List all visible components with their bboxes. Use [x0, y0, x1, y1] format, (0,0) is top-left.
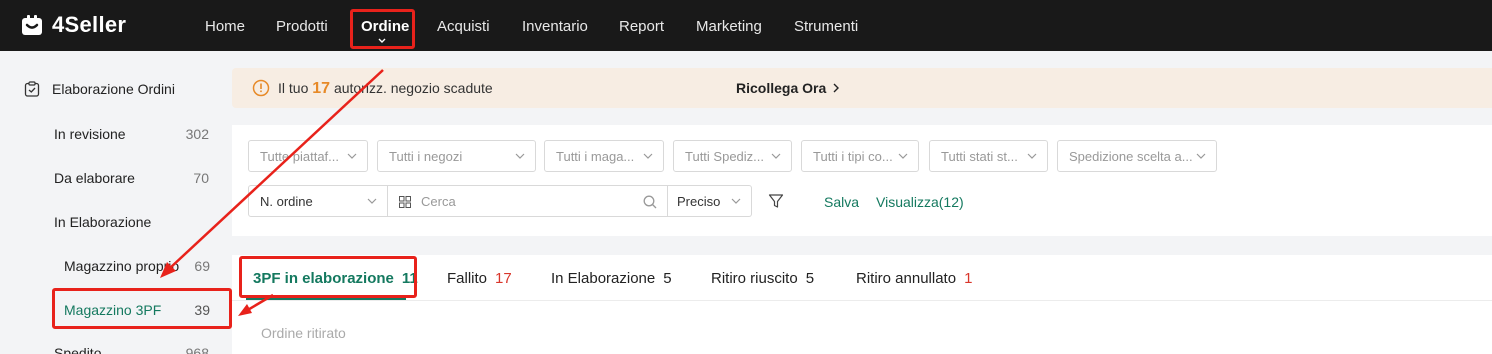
- chevron-down-icon: [1196, 153, 1206, 159]
- store-filter[interactable]: Tutti i negozi: [377, 140, 536, 172]
- alert-banner: Il tuo 17 autorizz. negozio scadute Rico…: [232, 68, 1492, 108]
- chevron-down-icon: [1027, 153, 1037, 159]
- chevron-right-icon: [833, 83, 840, 93]
- reconnect-link-label: Ricollega Ora: [736, 80, 827, 96]
- search-icon[interactable]: [643, 195, 657, 209]
- alert-prefix: Il tuo: [278, 80, 309, 96]
- view-button[interactable]: Visualizza(12): [876, 194, 964, 210]
- alert-count: 17: [312, 80, 331, 97]
- alert-suffix: autorizz. negozio scadute: [333, 80, 493, 96]
- nav-item-ordine[interactable]: Ordine: [361, 18, 409, 35]
- shipping-choice-filter[interactable]: Spedizione scelta a...: [1057, 140, 1217, 172]
- filter-panel: Tutte piattaf... Tutti i negozi Tutti i …: [232, 125, 1492, 236]
- shipping-choice-filter-text: Spedizione scelta a...: [1069, 149, 1193, 164]
- tab-ritiro-riuscito[interactable]: Ritiro riuscito 5: [711, 270, 814, 287]
- chevron-down-icon: [731, 198, 741, 204]
- sidebar-item-spedito[interactable]: Spedito: [54, 345, 101, 354]
- alert-message: Il tuo 17 autorizz. negozio scadute: [278, 80, 493, 98]
- chevron-down-icon: [771, 153, 781, 159]
- tab-label: Fallito: [447, 270, 488, 287]
- sidebar-count-da-elaborare: 70: [193, 170, 209, 186]
- tab-fallito[interactable]: Fallito 17: [447, 270, 512, 287]
- tab-count: 5: [663, 270, 672, 287]
- nav-item-inventario[interactable]: Inventario: [522, 18, 588, 35]
- tab-ritiro-annullato[interactable]: Ritiro annullato 1: [856, 270, 972, 287]
- warehouse-filter[interactable]: Tutti i maga...: [544, 140, 664, 172]
- order-field-select[interactable]: N. ordine: [248, 185, 388, 217]
- chevron-down-icon: [515, 153, 525, 159]
- tabs-panel: 3PF in elaborazione 11 Fallito 17 In Elabo…: [232, 255, 1492, 354]
- clipboard-check-icon: [24, 81, 40, 97]
- tab-label: 3PF in elaborazione: [253, 270, 394, 287]
- sidebar-item-magazzino-proprio[interactable]: Magazzino proprio: [64, 258, 179, 274]
- save-button[interactable]: Salva: [824, 194, 859, 210]
- filter-icon[interactable]: [768, 193, 784, 209]
- sidebar-count-magazzino-proprio: 69: [194, 258, 210, 274]
- nav-item-acquisti[interactable]: Acquisti: [437, 18, 490, 35]
- status-filter-text: Tutti stati st...: [941, 149, 1018, 164]
- search-placeholder: Cerca: [421, 194, 456, 209]
- sidebar-count-in-revisione: 302: [185, 126, 209, 142]
- chevron-down-icon: [378, 38, 386, 43]
- sidebar-item-in-revisione[interactable]: In revisione: [54, 126, 126, 142]
- warehouse-filter-text: Tutti i maga...: [556, 149, 635, 164]
- type-filter[interactable]: Tutti i tipi co...: [801, 140, 919, 172]
- tab-label: Ritiro annullato: [856, 270, 957, 287]
- app-root: 4Seller Home Prodotti Ordine Acquisti In…: [0, 0, 1492, 354]
- top-nav-bar: 4Seller Home Prodotti Ordine Acquisti In…: [0, 0, 1492, 51]
- chevron-down-icon: [367, 198, 377, 204]
- nav-item-strumenti[interactable]: Strumenti: [794, 18, 858, 35]
- tab-label: In Elaborazione: [551, 270, 656, 287]
- match-mode-value: Preciso: [677, 194, 721, 209]
- tab-3pf-in-elaborazione[interactable]: 3PF in elaborazione 11: [253, 270, 418, 287]
- search-input[interactable]: Cerca: [387, 185, 668, 217]
- store-filter-text: Tutti i negozi: [389, 149, 463, 164]
- sidebar-item-in-elaborazione[interactable]: In Elaborazione: [54, 214, 151, 230]
- tab-count: 11: [401, 270, 418, 287]
- sidebar: Elaborazione Ordini In revisione 302 Da …: [0, 51, 232, 354]
- platform-filter[interactable]: Tutte piattaf...: [248, 140, 368, 172]
- reconnect-link[interactable]: Ricollega Ora: [736, 80, 840, 96]
- bag-logo-icon: [22, 15, 42, 35]
- nav-item-report[interactable]: Report: [619, 18, 664, 35]
- subtab-ordine-ritirato[interactable]: Ordine ritirato: [261, 325, 346, 341]
- sidebar-count-magazzino-3pf: 39: [194, 302, 210, 318]
- status-filter[interactable]: Tutti stati st...: [929, 140, 1048, 172]
- sidebar-item-da-elaborare[interactable]: Da elaborare: [54, 170, 135, 186]
- nav-item-home[interactable]: Home: [205, 18, 245, 35]
- nav-item-prodotti[interactable]: Prodotti: [276, 18, 328, 35]
- chevron-down-icon: [347, 153, 357, 159]
- chevron-down-icon: [898, 153, 908, 159]
- platform-filter-text: Tutte piattaf...: [260, 149, 340, 164]
- tabs-divider: [232, 300, 1492, 301]
- brand-name: 4Seller: [52, 12, 127, 37]
- sidebar-section-title: Elaborazione Ordini: [52, 81, 175, 97]
- shipping-filter-text: Tutti Spediz...: [685, 149, 764, 164]
- sidebar-section-header[interactable]: Elaborazione Ordini: [24, 81, 175, 97]
- grid-icon: [399, 196, 411, 208]
- warning-circle-icon: [252, 79, 270, 97]
- tab-count: 1: [964, 270, 973, 287]
- nav-item-marketing[interactable]: Marketing: [696, 18, 762, 35]
- sidebar-count-spedito: 968: [185, 345, 209, 354]
- match-mode-select[interactable]: Preciso: [668, 185, 752, 217]
- tab-label: Ritiro riuscito: [711, 270, 798, 287]
- order-field-value: N. ordine: [260, 194, 313, 209]
- tab-count: 17: [495, 270, 512, 287]
- tab-count: 5: [805, 270, 815, 287]
- brand-logo[interactable]: 4Seller: [20, 12, 126, 38]
- shipping-filter[interactable]: Tutti Spediz...: [673, 140, 792, 172]
- sidebar-item-magazzino-3pf[interactable]: Magazzino 3PF: [64, 302, 161, 318]
- chevron-down-icon: [643, 153, 653, 159]
- tab-in-elaborazione[interactable]: In Elaborazione 5: [551, 270, 672, 287]
- type-filter-text: Tutti i tipi co...: [813, 149, 893, 164]
